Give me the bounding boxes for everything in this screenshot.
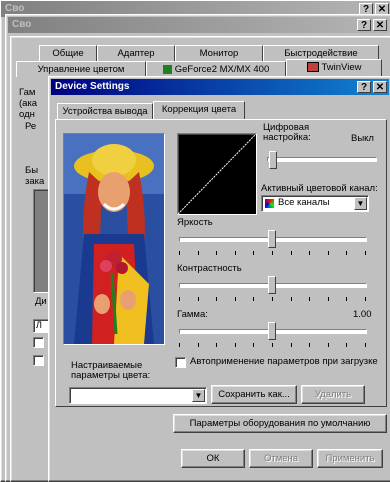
partial-field-text: Л — [36, 320, 42, 330]
slider-tick — [327, 343, 329, 347]
slider-tick — [216, 343, 218, 347]
fine-tuning-slider[interactable] — [269, 151, 277, 169]
slider-tick — [234, 251, 236, 255]
slider-tick — [346, 343, 348, 347]
slider-tick — [346, 251, 348, 255]
slider-tick — [290, 297, 292, 301]
apply-button[interactable]: Применить — [317, 449, 383, 468]
partial-checkbox[interactable] — [33, 355, 44, 366]
partial-text: Ре — [25, 121, 37, 132]
tab-color-management[interactable]: Управление цветом — [16, 61, 146, 77]
gamma-slider[interactable] — [268, 322, 276, 340]
slider-tick — [290, 343, 292, 347]
help-icon[interactable]: ? — [357, 19, 371, 31]
tab-geforce[interactable]: GeForce2 MX/MX 400 — [146, 61, 286, 77]
partial-checkbox[interactable] — [33, 337, 44, 348]
active-channel-label: Активный цветовой канал: — [261, 183, 378, 194]
help-icon[interactable]: ? — [357, 81, 371, 93]
slider-tick — [216, 297, 218, 301]
auto-apply-checkbox[interactable] — [175, 357, 186, 368]
preview-image — [63, 133, 165, 345]
slider-tick — [290, 251, 292, 255]
channel-color-icon — [265, 199, 274, 208]
tab-color-correction[interactable]: Коррекция цвета — [153, 101, 245, 120]
tab-output-devices[interactable]: Устройства вывода — [57, 103, 153, 119]
tab-monitor[interactable]: Монитор — [175, 45, 263, 61]
fine-tuning-value: Выкл — [351, 133, 374, 144]
partial-text: Бы — [25, 165, 39, 176]
brightness-ticks — [179, 251, 366, 255]
partial-text: зака — [25, 176, 45, 187]
slider-tick — [327, 297, 329, 301]
save-as-button[interactable]: Сохранить как... — [211, 385, 297, 404]
contrast-slider[interactable] — [268, 276, 276, 294]
slider-tick — [272, 343, 273, 347]
slider-tick — [253, 343, 255, 347]
partial-text: (ака — [19, 98, 38, 109]
gamma-value: 1.00 — [353, 309, 372, 320]
back-window-1-title: Сво — [5, 3, 25, 14]
slider-tick — [365, 251, 366, 255]
slider-tick — [309, 297, 311, 301]
slider-tick — [234, 297, 236, 301]
gamma-label: Гамма: — [177, 309, 208, 320]
slider-tick — [272, 297, 273, 301]
auto-apply-label: Автоприменение параметров при загрузке — [190, 356, 378, 367]
nvidia-icon — [162, 64, 172, 74]
slider-tick — [272, 251, 273, 255]
device-settings-dialog: Device Settings ? ✕ Устройства вывода Ко… — [48, 76, 390, 482]
active-channel-select[interactable]: Все каналы ▼ — [261, 195, 369, 212]
tab-geforce-label: GeForce2 MX/MX 400 — [174, 64, 270, 75]
slider-tick — [179, 297, 180, 301]
fine-tuning-label: Цифровая настройка: — [263, 122, 311, 143]
custom-params-label: Настраиваемые параметры цвета: — [71, 360, 151, 381]
slider-tick — [309, 343, 311, 347]
tab-general[interactable]: Общие — [39, 45, 97, 61]
close-icon[interactable]: ✕ — [373, 81, 387, 93]
back-window-2-titlebar[interactable]: Сво ? ✕ — [8, 17, 389, 33]
partial-text: Ди — [35, 296, 47, 307]
contrast-ticks — [179, 297, 366, 301]
slider-tick — [365, 343, 366, 347]
twinview-icon — [306, 62, 319, 73]
tab-twinview-label: TwinView — [321, 62, 362, 73]
partial-text: одн — [19, 109, 35, 120]
partial-text: Гам — [19, 87, 36, 98]
slider-tick — [327, 251, 329, 255]
brightness-label: Яркость — [177, 217, 213, 228]
slider-tick — [179, 343, 180, 347]
close-icon[interactable]: ✕ — [373, 19, 387, 31]
slider-tick — [309, 251, 311, 255]
tab-adapter[interactable]: Адаптер — [97, 45, 175, 61]
slider-tick — [234, 343, 236, 347]
slider-tick — [365, 297, 366, 301]
slider-tick — [253, 297, 255, 301]
contrast-label: Контрастность — [177, 263, 242, 274]
color-curve-graph — [177, 133, 257, 215]
slider-tick — [197, 297, 199, 301]
slider-tick — [197, 343, 199, 347]
slider-tick — [179, 251, 180, 255]
cancel-button[interactable]: Отмена — [249, 449, 313, 468]
slider-tick — [253, 251, 255, 255]
gamma-ticks — [179, 343, 366, 347]
chevron-down-icon[interactable]: ▼ — [192, 389, 205, 402]
back-window-2-title: Сво — [12, 19, 32, 30]
active-channel-value: Все каналы — [278, 197, 330, 208]
defaults-button[interactable]: Параметры оборудования по умолчанию — [173, 414, 387, 433]
tab-twinview[interactable]: TwinView — [286, 59, 382, 77]
slider-tick — [216, 251, 218, 255]
custom-params-select[interactable]: ▼ — [69, 387, 207, 404]
dialog-titlebar[interactable]: Device Settings ? ✕ — [51, 79, 389, 95]
fine-tuning-track[interactable] — [267, 157, 377, 162]
woman-with-flowers-image — [64, 134, 164, 344]
brightness-slider[interactable] — [268, 230, 276, 248]
slider-tick — [346, 297, 348, 301]
curve-line — [177, 133, 257, 215]
dialog-title: Device Settings — [55, 81, 130, 92]
ok-button[interactable]: ОК — [181, 449, 245, 468]
chevron-down-icon[interactable]: ▼ — [354, 197, 367, 210]
slider-tick — [197, 251, 199, 255]
delete-button[interactable]: Удалить — [301, 385, 365, 404]
